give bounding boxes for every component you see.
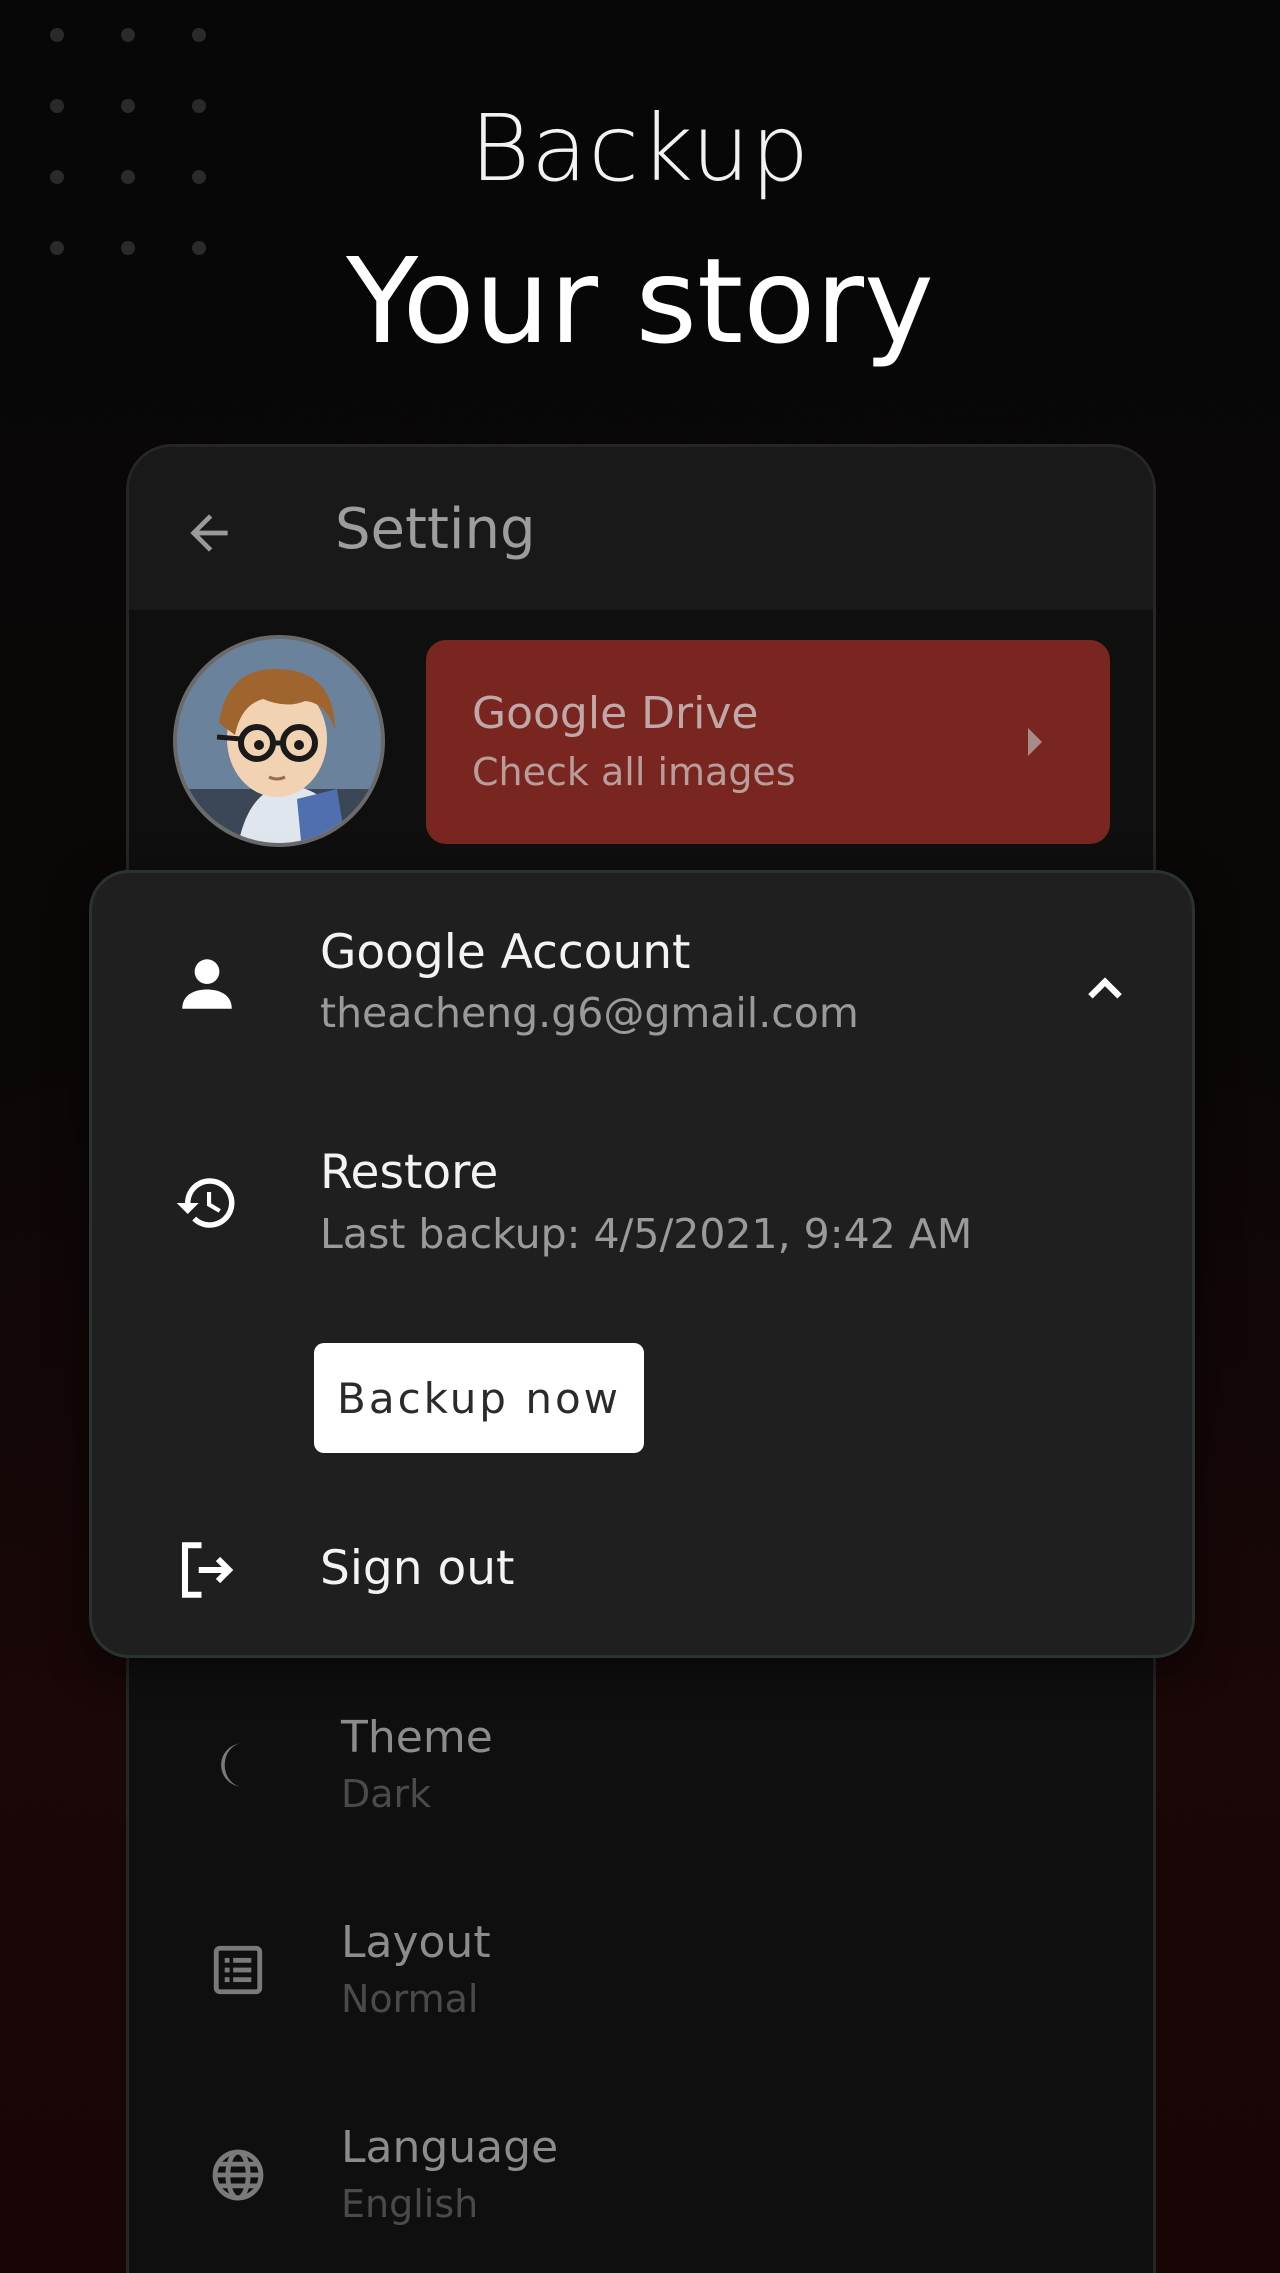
google-drive-title: Google Drive [472, 688, 759, 739]
google-drive-subtitle: Check all images [472, 750, 796, 794]
setting-layout-title: Layout [341, 1917, 491, 1968]
account-email: theacheng.g6@gmail.com [320, 989, 859, 1037]
sign-out-label[interactable]: Sign out [320, 1541, 514, 1596]
sign-out-icon [181, 1542, 234, 1598]
setting-theme-value: Dark [341, 1772, 432, 1816]
chevron-right-icon [1028, 728, 1042, 756]
account-title: Google Account [320, 925, 691, 980]
account-menu: Google Account theacheng.g6@gmail.com Re… [89, 870, 1195, 1658]
google-drive-card[interactable]: Google Drive Check all images [426, 640, 1110, 844]
history-icon [176, 1178, 235, 1228]
restore-last-backup: Last backup: 4/5/2021, 9:42 AM [320, 1210, 973, 1258]
hero-subtitle: Backup [469, 95, 811, 202]
backup-now-button[interactable]: Backup now [314, 1343, 644, 1453]
avatar[interactable] [173, 635, 385, 847]
list-icon [213, 1945, 263, 1995]
setting-language-title: Language [341, 2122, 559, 2173]
avatar-illustration [177, 639, 381, 843]
moon-icon [221, 1743, 243, 1787]
setting-language[interactable]: Language English [129, 2102, 1153, 2272]
app-bar-title: Setting [335, 497, 536, 562]
chevron-up-icon[interactable] [1080, 963, 1130, 1013]
setting-theme[interactable]: Theme Dark [129, 1692, 1153, 1862]
setting-language-value: English [341, 2182, 479, 2226]
hero-title: Your story [346, 232, 934, 370]
person-icon [182, 959, 232, 1009]
restore-title[interactable]: Restore [320, 1145, 498, 1200]
globe-icon [212, 2149, 264, 2201]
arrow-left-icon[interactable] [181, 505, 237, 561]
setting-layout-value: Normal [341, 1977, 479, 2021]
setting-layout[interactable]: Layout Normal [129, 1897, 1153, 2067]
app-bar: Setting [129, 447, 1153, 610]
setting-theme-title: Theme [341, 1712, 493, 1763]
